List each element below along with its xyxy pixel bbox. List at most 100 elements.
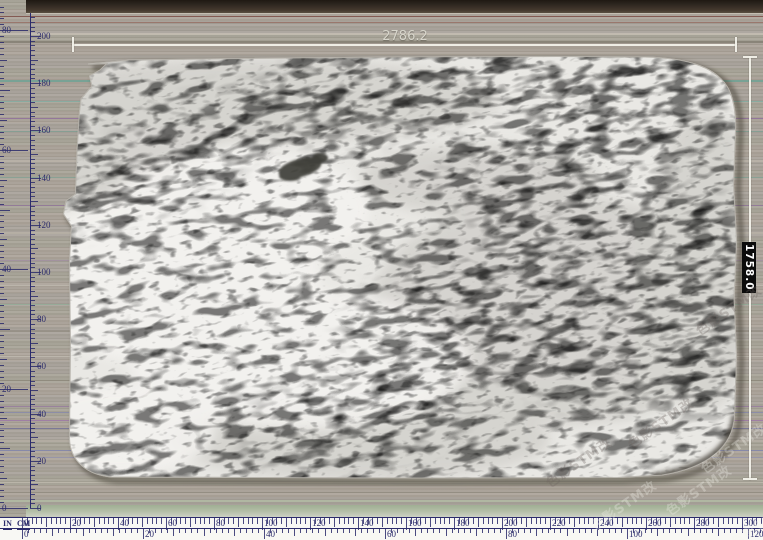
tick — [125, 529, 126, 533]
tick — [94, 518, 95, 527]
slab-image — [0, 0, 763, 540]
tick — [30, 230, 35, 231]
tick — [30, 310, 35, 311]
tick — [30, 390, 38, 391]
tick — [30, 423, 35, 424]
tick — [483, 518, 484, 524]
tick — [30, 376, 35, 377]
tick — [718, 518, 719, 527]
tick — [0, 275, 4, 276]
tick — [30, 253, 35, 254]
tick — [646, 518, 647, 530]
tick — [0, 227, 4, 228]
tick — [22, 529, 23, 539]
tick — [30, 451, 35, 452]
tick — [0, 108, 4, 109]
tick — [0, 424, 4, 425]
tick — [179, 529, 180, 533]
tick — [730, 529, 731, 533]
tick — [0, 407, 4, 408]
tick — [0, 60, 7, 61]
tick — [30, 456, 35, 457]
tick — [0, 359, 7, 360]
left-cm-label: 180 — [37, 78, 51, 88]
tick — [425, 518, 426, 524]
tick — [30, 503, 35, 504]
tick — [349, 529, 350, 533]
tick — [427, 529, 428, 533]
bottom-cm-label: 100 — [264, 518, 278, 528]
scanner-top-strip — [26, 0, 763, 14]
tick — [409, 529, 410, 533]
tick — [30, 267, 35, 268]
tick — [0, 12, 4, 13]
tick — [325, 529, 326, 536]
bottom-cm-label: 140 — [360, 518, 374, 528]
tick — [449, 518, 450, 524]
tick — [113, 529, 114, 536]
tick — [296, 518, 297, 524]
tick — [30, 50, 35, 51]
tick — [30, 116, 35, 117]
tick — [30, 338, 35, 339]
tick — [30, 112, 35, 113]
left-cm-label: 80 — [37, 314, 46, 324]
tick — [591, 529, 592, 533]
tick — [58, 529, 59, 533]
tick — [0, 418, 7, 419]
tick — [0, 466, 4, 467]
bottom-cm-label: 40 — [120, 518, 129, 528]
tick — [337, 529, 338, 533]
tick — [636, 518, 637, 524]
tick — [632, 518, 633, 524]
tick — [30, 163, 35, 164]
slab-scanner-viewport: 200180160140120100806040200806040200 020… — [0, 0, 763, 540]
tick — [444, 518, 445, 524]
tick — [30, 102, 35, 103]
left-in-label: 60 — [2, 145, 11, 155]
tick — [76, 529, 77, 533]
tick — [46, 518, 47, 527]
tick — [761, 518, 762, 524]
tick — [300, 518, 301, 524]
tick — [497, 518, 498, 524]
tick — [173, 529, 174, 536]
tick — [675, 529, 676, 533]
tick — [0, 138, 4, 139]
tick — [30, 418, 35, 419]
tick — [617, 518, 618, 524]
tick — [737, 518, 738, 524]
tick — [30, 263, 35, 264]
tick — [597, 529, 598, 536]
tick — [382, 518, 383, 527]
tick — [305, 518, 306, 524]
tick — [30, 173, 35, 174]
tick — [30, 74, 35, 75]
tick — [353, 518, 354, 524]
tick — [0, 72, 4, 73]
bottom-cm-label: 180 — [456, 518, 470, 528]
tick — [0, 436, 4, 437]
tick — [222, 529, 223, 533]
tick — [34, 529, 35, 533]
tick — [748, 529, 749, 539]
tick — [30, 305, 35, 306]
tick — [0, 293, 4, 294]
tick — [0, 221, 4, 222]
tick — [440, 518, 441, 524]
tick — [156, 518, 157, 524]
tick — [439, 529, 440, 533]
width-measure-tick-left — [72, 37, 74, 52]
tick — [30, 395, 35, 396]
tick — [0, 472, 4, 473]
tick — [723, 518, 724, 524]
tick — [30, 41, 35, 42]
tick — [246, 529, 247, 533]
tick — [30, 159, 35, 160]
bottom-in-label: 0 — [24, 529, 29, 539]
tick — [518, 529, 519, 533]
bottom-in-label: 120 — [750, 529, 763, 539]
tick — [584, 518, 585, 524]
tick — [30, 234, 35, 235]
tick — [0, 460, 4, 461]
